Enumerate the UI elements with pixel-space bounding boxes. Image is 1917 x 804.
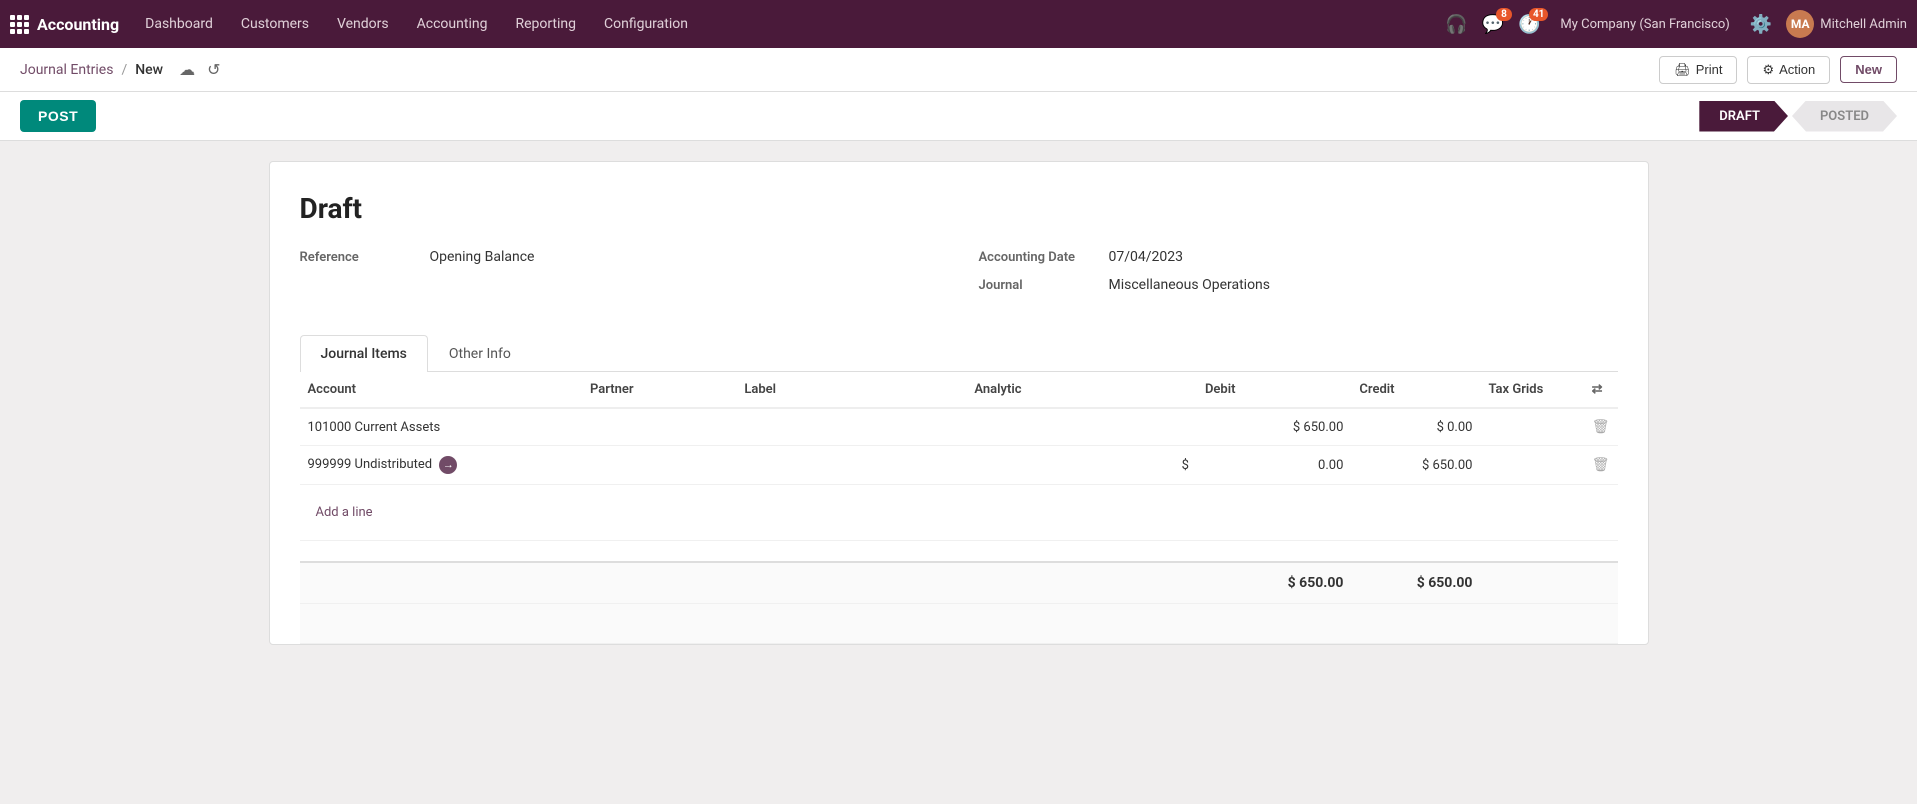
col-header-analytic: Analytic — [966, 372, 1197, 408]
app-brand[interactable]: Accounting — [10, 15, 119, 34]
breadcrumb-action-icons: ☁ ↺ — [177, 58, 222, 81]
breadcrumb-right-actions: 🖨 Print ⚙ Action New — [1659, 56, 1897, 84]
col-header-actions: ⇄ — [1584, 372, 1618, 408]
row2-delete[interactable]: 🗑 — [1584, 446, 1618, 485]
row2-taxgrids — [1480, 446, 1583, 485]
action-gear-icon: ⚙ — [1762, 62, 1774, 78]
tab-other-info[interactable]: Other Info — [428, 335, 532, 372]
row2-analytic: $ — [966, 446, 1197, 485]
user-name: Mitchell Admin — [1820, 17, 1907, 32]
print-button[interactable]: 🖨 Print — [1659, 56, 1737, 84]
user-menu[interactable]: MA Mitchell Admin — [1786, 10, 1907, 38]
row2-arrow-link[interactable]: → — [439, 456, 457, 474]
nav-item-dashboard[interactable]: Dashboard — [133, 10, 225, 38]
company-name[interactable]: My Company (San Francisco) — [1560, 17, 1729, 32]
add-line-button[interactable]: Add a line — [308, 495, 381, 530]
nav-item-customers[interactable]: Customers — [229, 10, 321, 38]
reference-value[interactable]: Opening Balance — [430, 249, 535, 265]
accounting-date-value[interactable]: 07/04/2023 — [1109, 249, 1184, 265]
delete-row2-icon[interactable]: 🗑 — [1592, 457, 1610, 473]
breadcrumb-current: New — [135, 62, 163, 78]
topnav-icons: 🎧 💬 8 🕐 41 My Company (San Francisco) ⚙️… — [1445, 10, 1907, 38]
total-credit: $ 650.00 — [1351, 562, 1480, 604]
row1-taxgrids — [1480, 408, 1583, 446]
row2-partner — [582, 446, 736, 485]
separator-row — [300, 541, 1618, 563]
app-name: Accounting — [37, 15, 119, 34]
status-steps: DRAFT POSTED — [1699, 101, 1897, 132]
delete-row1-icon[interactable]: 🗑 — [1592, 419, 1610, 435]
totals-row: $ 650.00 $ 650.00 — [300, 562, 1618, 604]
accounting-date-label: Accounting Date — [979, 250, 1109, 265]
journal-table: Account Partner Label Analytic Debit Cre… — [300, 372, 1618, 644]
printer-icon: 🖨 — [1674, 62, 1691, 78]
settings-icon[interactable]: ⚙️ — [1750, 14, 1772, 35]
journal-value[interactable]: Miscellaneous Operations — [1109, 277, 1271, 293]
messaging-icon[interactable]: 💬 8 — [1482, 14, 1504, 35]
row2-account: 999999 Undistributed → — [300, 446, 582, 485]
status-bar: POST DRAFT POSTED — [0, 92, 1917, 141]
total-debit: $ 650.00 — [1197, 562, 1351, 604]
add-line-row: Add a line — [300, 485, 1618, 541]
table-row: 999999 Undistributed → $ 0.00 $ 650.00 — [300, 446, 1618, 485]
status-step-posted[interactable]: POSTED — [1792, 101, 1897, 132]
form-card: Draft Reference Opening Balance Accounti… — [269, 161, 1649, 645]
row1-label — [736, 408, 966, 446]
form-tabs: Journal Items Other Info — [300, 335, 1618, 372]
status-step-draft[interactable]: DRAFT — [1699, 101, 1788, 132]
totals-empty — [300, 562, 1197, 604]
col-header-account: Account — [300, 372, 582, 408]
form-fields: Reference Opening Balance Accounting Dat… — [300, 249, 1618, 305]
form-left-fields: Reference Opening Balance — [300, 249, 939, 305]
nav-item-vendors[interactable]: Vendors — [325, 10, 401, 38]
messaging-badge: 8 — [1496, 8, 1512, 21]
action-button[interactable]: ⚙ Action — [1747, 56, 1830, 84]
row1-account[interactable]: 101000 Current Assets — [300, 408, 582, 446]
reference-label: Reference — [300, 250, 430, 265]
col-header-partner: Partner — [582, 372, 736, 408]
col-header-credit: Credit — [1351, 372, 1480, 408]
form-title: Draft — [300, 192, 1618, 225]
row1-delete[interactable]: 🗑 — [1584, 408, 1618, 446]
main-content: Draft Reference Opening Balance Accounti… — [0, 141, 1917, 804]
reference-field: Reference Opening Balance — [300, 249, 939, 265]
save-cloud-icon[interactable]: ☁ — [177, 58, 197, 81]
top-navigation: Accounting Dashboard Customers Vendors A… — [0, 0, 1917, 48]
form-right-fields: Accounting Date 07/04/2023 Journal Misce… — [979, 249, 1618, 305]
discard-icon[interactable]: ↺ — [205, 58, 222, 81]
breadcrumb-parent[interactable]: Journal Entries — [20, 62, 113, 78]
bottom-extra-row — [300, 604, 1618, 644]
accounting-date-field: Accounting Date 07/04/2023 — [979, 249, 1618, 265]
row2-label — [736, 446, 966, 485]
breadcrumb-bar: Journal Entries / New ☁ ↺ 🖨 Print ⚙ Acti… — [0, 48, 1917, 92]
user-avatar: MA — [1786, 10, 1814, 38]
support-icon[interactable]: 🎧 — [1445, 14, 1467, 35]
nav-item-accounting[interactable]: Accounting — [405, 10, 500, 38]
row2-credit[interactable]: $ 650.00 — [1351, 446, 1480, 485]
totals-end — [1480, 562, 1617, 604]
row1-debit[interactable]: $ 650.00 — [1197, 408, 1351, 446]
add-line-cell: Add a line — [300, 485, 1618, 541]
new-button[interactable]: New — [1840, 56, 1897, 83]
col-header-label: Label — [736, 372, 966, 408]
nav-item-reporting[interactable]: Reporting — [503, 10, 588, 38]
col-header-debit: Debit — [1197, 372, 1351, 408]
grid-menu-icon[interactable] — [10, 15, 29, 34]
activity-badge: 41 — [1529, 8, 1548, 21]
column-settings-icon[interactable]: ⇄ — [1592, 382, 1603, 397]
row2-debit[interactable]: 0.00 — [1197, 446, 1351, 485]
row1-credit[interactable]: $ 0.00 — [1351, 408, 1480, 446]
activity-icon[interactable]: 🕐 41 — [1518, 14, 1540, 35]
nav-item-configuration[interactable]: Configuration — [592, 10, 700, 38]
tab-journal-items[interactable]: Journal Items — [300, 335, 428, 372]
journal-field: Journal Miscellaneous Operations — [979, 277, 1618, 293]
row1-partner — [582, 408, 736, 446]
row1-analytic — [966, 408, 1197, 446]
col-header-taxgrids: Tax Grids — [1480, 372, 1583, 408]
journal-label: Journal — [979, 278, 1109, 293]
post-button[interactable]: POST — [20, 100, 96, 132]
breadcrumb-separator: / — [121, 62, 127, 78]
table-row: 101000 Current Assets $ 650.00 $ 0.00 🗑 — [300, 408, 1618, 446]
